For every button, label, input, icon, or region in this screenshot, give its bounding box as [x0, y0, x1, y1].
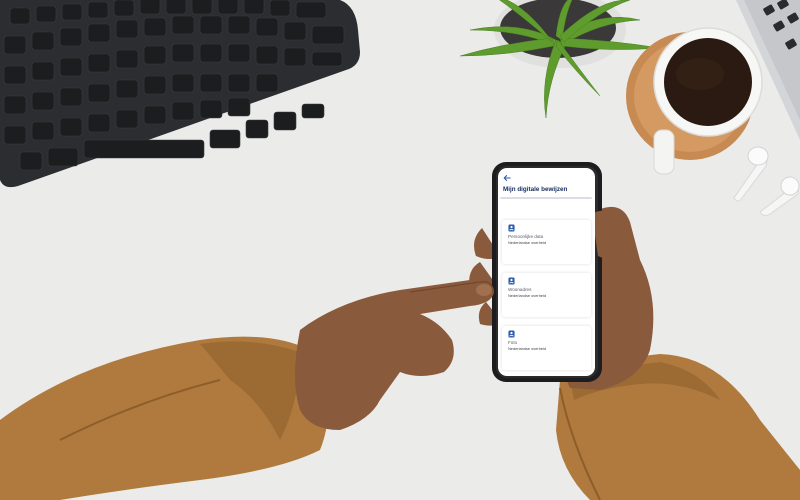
credential-issuer: Nederlandse overheid [508, 293, 547, 298]
id-badge-icon [508, 330, 515, 338]
desk-scene [0, 0, 800, 500]
credential-issuer: Nederlandse overheid [508, 346, 547, 351]
credential-label: Foto [508, 340, 518, 345]
id-badge-icon [508, 277, 515, 285]
credential-card-foto[interactable]: Foto Nederlandse overheid [502, 326, 591, 370]
id-badge-icon [508, 224, 515, 232]
credential-card-woonadres[interactable]: Woonadres Nederlandse overheid [502, 273, 591, 317]
title-divider [500, 197, 592, 199]
arrow-left-icon[interactable] [503, 174, 511, 182]
credential-issuer: Nederlandse overheid [508, 240, 547, 245]
credential-card-persoonlijke-data[interactable]: Persoonlijke data Nederlandse overheid [502, 220, 591, 264]
credential-label: Woonadres [508, 287, 532, 292]
phone-screen: Mijn digitale bewijzen Persoonlijke data… [498, 168, 595, 376]
page-title: Mijn digitale bewijzen [503, 186, 568, 193]
credential-label: Persoonlijke data [508, 234, 544, 239]
